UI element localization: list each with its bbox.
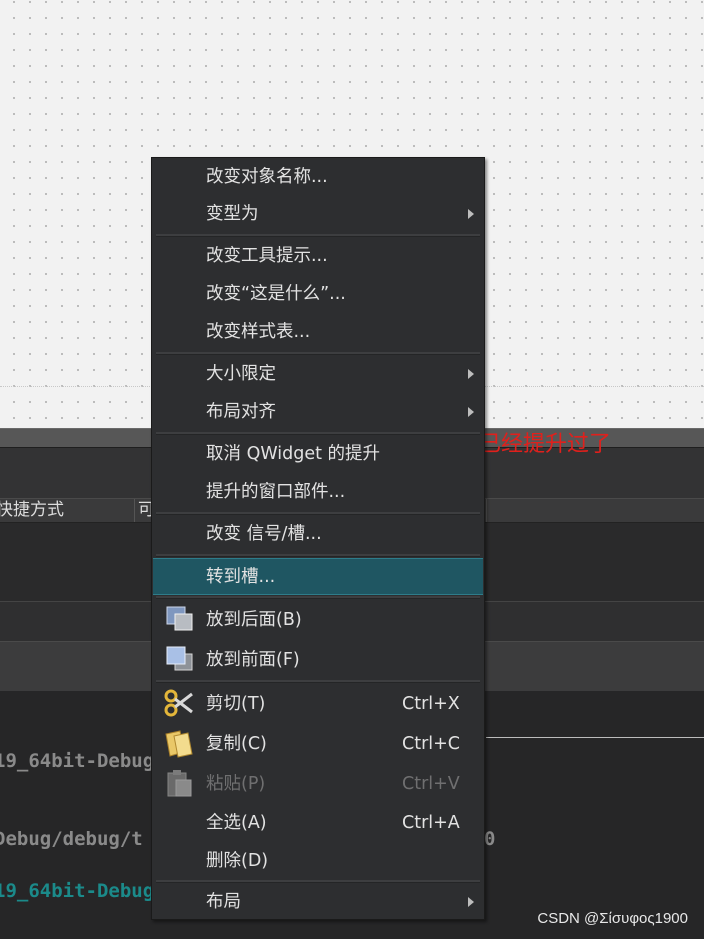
submenu-arrow-icon	[468, 897, 474, 907]
menu-item-label: 布局	[206, 892, 241, 912]
menu-item-label: 改变工具提示...	[206, 246, 328, 266]
menu-item-label: 全选(A)	[206, 813, 267, 833]
menu-item-paste: 粘贴(P) Ctrl+V	[153, 764, 483, 804]
menu-item-promoted-widgets[interactable]: 提升的窗口部件...	[153, 474, 483, 511]
menu-item-label: 剪切(T)	[206, 694, 266, 714]
paste-icon	[167, 770, 192, 797]
shortcut-label: Ctrl+V	[402, 774, 460, 794]
menu-separator	[156, 554, 480, 557]
shortcut-label: Ctrl+A	[402, 813, 460, 833]
submenu-arrow-icon	[468, 209, 474, 219]
output-line: Debug/debug/t	[0, 828, 143, 850]
copy-icon	[165, 730, 193, 758]
menu-separator	[156, 234, 480, 237]
menu-item-label: 取消 QWidget 的提升	[206, 444, 381, 464]
watermark: CSDN @Σίσυφος1900	[537, 910, 688, 927]
output-line: 19_64bit-Debug	[0, 750, 155, 772]
column-header-blank	[486, 499, 704, 522]
shortcut-label: Ctrl+X	[402, 694, 460, 714]
menu-item-label: 放到后面(B)	[206, 610, 302, 630]
menu-item-label: 复制(C)	[206, 734, 267, 754]
shortcut-label: Ctrl+C	[402, 734, 461, 754]
menu-item-label: 转到槽...	[206, 567, 276, 587]
menu-item-copy[interactable]: 复制(C) Ctrl+C	[153, 724, 483, 764]
menu-item-layout-alignment[interactable]: 布局对齐	[153, 394, 483, 431]
menu-item-morph[interactable]: 变型为	[153, 196, 483, 233]
menu-item-size-constraints[interactable]: 大小限定	[153, 356, 483, 393]
menu-separator	[156, 432, 480, 435]
menu-item-label: 删除(D)	[206, 851, 269, 871]
output-divider	[486, 737, 704, 738]
menu-item-layout[interactable]: 布局	[153, 884, 483, 921]
output-line-highlighted: 19_64bit-Debug	[0, 880, 155, 902]
menu-item-label: 改变样式表...	[206, 322, 311, 342]
menu-item-go-to-slot[interactable]: 转到槽...	[153, 558, 483, 595]
menu-item-tooltip[interactable]: 改变工具提示...	[153, 238, 483, 275]
menu-separator	[156, 680, 480, 683]
menu-separator	[156, 880, 480, 883]
submenu-arrow-icon	[468, 407, 474, 417]
menu-separator	[156, 352, 480, 355]
menu-item-signals-slots[interactable]: 改变 信号/槽...	[153, 516, 483, 553]
context-menu: 改变对象名称... 变型为 改变工具提示... 改变“这是什么”... 改变样式…	[151, 157, 485, 920]
menu-item-bring-to-front[interactable]: 放到前面(F)	[153, 640, 483, 680]
menu-item-label: 改变 信号/槽...	[206, 524, 322, 544]
menu-item-send-to-back[interactable]: 放到后面(B)	[153, 600, 483, 640]
menu-item-demote[interactable]: 取消 QWidget 的提升	[153, 436, 483, 473]
bring-to-front-icon	[166, 646, 193, 671]
menu-item-label: 放到前面(F)	[206, 650, 300, 670]
menu-item-label: 改变对象名称...	[206, 167, 328, 187]
menu-item-label: 提升的窗口部件...	[206, 482, 346, 502]
menu-item-label: 改变“这是什么”...	[206, 284, 346, 304]
menu-item-label: 布局对齐	[206, 402, 276, 422]
output-line-suffix: 0	[484, 828, 496, 850]
column-header-shortcut[interactable]: 快捷方式	[0, 499, 135, 522]
menu-item-stylesheet[interactable]: 改变样式表...	[153, 314, 483, 351]
menu-item-whats-this[interactable]: 改变“这是什么”...	[153, 276, 483, 313]
menu-item-delete[interactable]: 删除(D)	[153, 842, 483, 880]
submenu-arrow-icon	[468, 369, 474, 379]
menu-item-cut[interactable]: 剪切(T) Ctrl+X	[153, 684, 483, 724]
scissors-icon	[164, 689, 193, 717]
menu-separator	[156, 512, 480, 515]
menu-item-select-all[interactable]: 全选(A) Ctrl+A	[153, 804, 483, 842]
menu-item-label: 变型为	[206, 204, 259, 224]
menu-item-rename[interactable]: 改变对象名称...	[153, 159, 483, 196]
send-to-back-icon	[166, 606, 193, 631]
menu-separator	[156, 596, 480, 599]
menu-item-label: 大小限定	[206, 364, 276, 384]
menu-item-label: 粘贴(P)	[206, 774, 266, 794]
